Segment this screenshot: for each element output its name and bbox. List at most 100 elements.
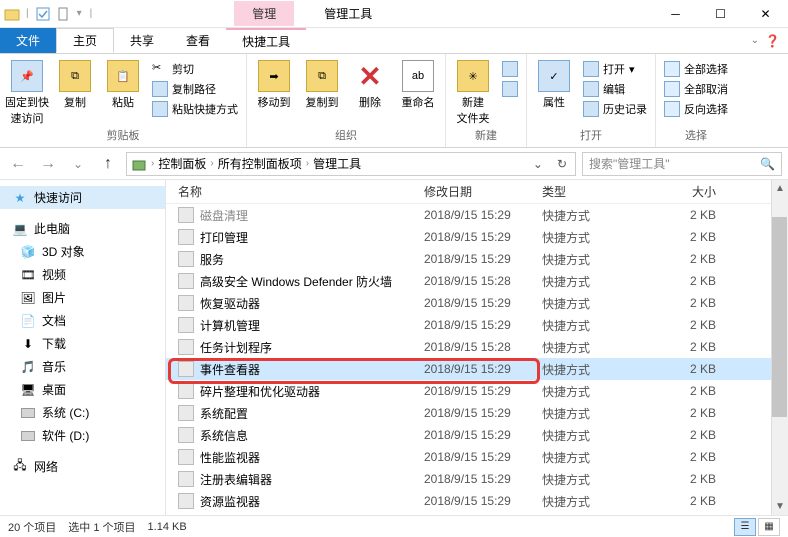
- select-none-button[interactable]: 全部取消: [660, 80, 732, 98]
- help-icon[interactable]: ❓: [765, 34, 780, 48]
- nav-pictures[interactable]: 🖼图片: [0, 286, 165, 309]
- file-row[interactable]: 系统配置2018/9/15 15:29快捷方式2 KB: [166, 402, 771, 424]
- icons-view-button[interactable]: ▦: [758, 518, 780, 536]
- file-icon: [178, 405, 194, 421]
- file-row[interactable]: 性能监视器2018/9/15 15:29快捷方式2 KB: [166, 446, 771, 468]
- view-tab[interactable]: 查看: [170, 28, 226, 53]
- file-tab[interactable]: 文件: [0, 28, 56, 53]
- context-tab-group: 管理: [234, 1, 294, 26]
- new-item-button[interactable]: [498, 60, 522, 78]
- search-input[interactable]: 搜索"管理工具" 🔍: [582, 152, 782, 176]
- back-button[interactable]: ←: [6, 152, 30, 176]
- address-bar[interactable]: › 控制面板 › 所有控制面板项 › 管理工具 ⌄ ↻: [126, 152, 576, 176]
- file-row[interactable]: 事件查看器2018/9/15 15:29快捷方式2 KB: [166, 358, 771, 380]
- nav-this-pc[interactable]: 💻此电脑: [0, 217, 165, 240]
- file-row[interactable]: 碎片整理和优化驱动器2018/9/15 15:29快捷方式2 KB: [166, 380, 771, 402]
- select-all-button[interactable]: 全部选择: [660, 60, 732, 78]
- invert-selection-button[interactable]: 反向选择: [660, 100, 732, 118]
- file-date: 2018/9/15 15:29: [424, 362, 542, 376]
- nav-network[interactable]: 🖧网络: [0, 455, 165, 478]
- file-size: 2 KB: [664, 406, 724, 420]
- copy-to-button[interactable]: ⧉ 复制到: [299, 56, 345, 110]
- up-button[interactable]: ↑: [96, 152, 120, 176]
- file-row[interactable]: 计算机管理2018/9/15 15:29快捷方式2 KB: [166, 314, 771, 336]
- easy-access-button[interactable]: [498, 80, 522, 98]
- column-date[interactable]: 修改日期: [424, 183, 542, 200]
- forward-button[interactable]: →: [36, 152, 60, 176]
- window-controls: ─ ☐ ✕: [653, 0, 788, 28]
- breadcrumb-segment[interactable]: 所有控制面板项: [218, 155, 302, 172]
- scroll-down-arrow[interactable]: ▼: [772, 498, 788, 515]
- nav-documents[interactable]: 📄文档: [0, 309, 165, 332]
- file-row[interactable]: 磁盘清理2018/9/15 15:29快捷方式2 KB: [166, 204, 771, 226]
- document-icon: 📄: [20, 313, 36, 329]
- details-view-button[interactable]: ☰: [734, 518, 756, 536]
- chevron-right-icon[interactable]: ›: [306, 158, 309, 169]
- file-type: 快捷方式: [542, 405, 664, 422]
- column-size[interactable]: 大小: [664, 183, 724, 200]
- paste-button[interactable]: 📋 粘贴: [100, 56, 146, 110]
- search-icon[interactable]: 🔍: [760, 157, 775, 171]
- new-folder-button[interactable]: ✳ 新建 文件夹: [450, 56, 496, 126]
- file-size: 2 KB: [664, 428, 724, 442]
- file-type: 快捷方式: [542, 273, 664, 290]
- file-row[interactable]: 任务计划程序2018/9/15 15:28快捷方式2 KB: [166, 336, 771, 358]
- context-tab-manage[interactable]: 管理: [234, 1, 294, 26]
- chevron-right-icon[interactable]: ›: [210, 158, 213, 169]
- scroll-up-arrow[interactable]: ▲: [772, 180, 788, 197]
- file-row[interactable]: 注册表编辑器2018/9/15 15:29快捷方式2 KB: [166, 468, 771, 490]
- paste-shortcut-button[interactable]: 粘贴快捷方式: [148, 100, 242, 118]
- pin-button[interactable]: 📌 固定到快 速访问: [4, 56, 50, 126]
- file-row[interactable]: 资源监视器2018/9/15 15:29快捷方式2 KB: [166, 490, 771, 512]
- cut-button[interactable]: ✂剪切: [148, 60, 242, 78]
- checkbox-icon[interactable]: [35, 6, 51, 22]
- qat-dropdown[interactable]: ▾: [75, 8, 84, 19]
- ribbon-tabs: 文件 主页 共享 查看 快捷工具 ⌄ ❓: [0, 28, 788, 54]
- column-type[interactable]: 类型: [542, 183, 664, 200]
- breadcrumb-segment[interactable]: 管理工具: [313, 155, 361, 172]
- address-dropdown[interactable]: ⌄: [527, 157, 549, 171]
- file-row[interactable]: 服务2018/9/15 15:29快捷方式2 KB: [166, 248, 771, 270]
- close-button[interactable]: ✕: [743, 0, 788, 28]
- maximize-button[interactable]: ☐: [698, 0, 743, 28]
- home-tab[interactable]: 主页: [56, 28, 114, 53]
- copy-path-button[interactable]: 复制路径: [148, 80, 242, 98]
- move-to-button[interactable]: ➡ 移动到: [251, 56, 297, 110]
- file-list: 磁盘清理2018/9/15 15:29快捷方式2 KB打印管理2018/9/15…: [166, 204, 771, 515]
- nav-desktop[interactable]: 🖥桌面: [0, 378, 165, 401]
- nav-videos[interactable]: 🎞视频: [0, 263, 165, 286]
- share-tab[interactable]: 共享: [114, 28, 170, 53]
- nav-quick-access[interactable]: ★快速访问: [0, 186, 165, 209]
- nav-drive-c[interactable]: 系统 (C:): [0, 401, 165, 424]
- scroll-thumb[interactable]: [772, 217, 787, 417]
- nav-drive-d[interactable]: 软件 (D:): [0, 424, 165, 447]
- delete-button[interactable]: ✕ 删除: [347, 56, 393, 110]
- rename-button[interactable]: ab 重命名: [395, 56, 441, 110]
- picture-icon: 🖼: [20, 290, 36, 306]
- refresh-button[interactable]: ↻: [553, 157, 571, 171]
- collapse-ribbon-icon[interactable]: ⌄: [751, 35, 759, 46]
- document-icon[interactable]: [55, 6, 71, 22]
- open-button[interactable]: 打开 ▾: [579, 60, 651, 78]
- minimize-button[interactable]: ─: [653, 0, 698, 28]
- nav-3d-objects[interactable]: 🧊3D 对象: [0, 240, 165, 263]
- shortcut-tools-tab[interactable]: 快捷工具: [226, 28, 306, 53]
- nav-music[interactable]: 🎵音乐: [0, 355, 165, 378]
- file-name: 注册表编辑器: [200, 471, 272, 488]
- file-row[interactable]: 高级安全 Windows Defender 防火墙2018/9/15 15:28…: [166, 270, 771, 292]
- recent-locations-button[interactable]: ⌄: [66, 152, 90, 176]
- delete-x-icon: ✕: [354, 60, 386, 92]
- history-button[interactable]: 历史记录: [579, 100, 651, 118]
- edit-button[interactable]: 编辑: [579, 80, 651, 98]
- file-row[interactable]: 打印管理2018/9/15 15:29快捷方式2 KB: [166, 226, 771, 248]
- properties-button[interactable]: ✓ 属性: [531, 56, 577, 110]
- chevron-right-icon[interactable]: ›: [151, 158, 154, 169]
- vertical-scrollbar[interactable]: ▲ ▼: [771, 180, 788, 515]
- file-date: 2018/9/15 15:29: [424, 428, 542, 442]
- breadcrumb-segment[interactable]: 控制面板: [158, 155, 206, 172]
- nav-downloads[interactable]: ⬇下载: [0, 332, 165, 355]
- copy-button[interactable]: ⧉ 复制: [52, 56, 98, 110]
- column-name[interactable]: 名称: [166, 183, 424, 200]
- file-row[interactable]: 系统信息2018/9/15 15:29快捷方式2 KB: [166, 424, 771, 446]
- file-row[interactable]: 恢复驱动器2018/9/15 15:29快捷方式2 KB: [166, 292, 771, 314]
